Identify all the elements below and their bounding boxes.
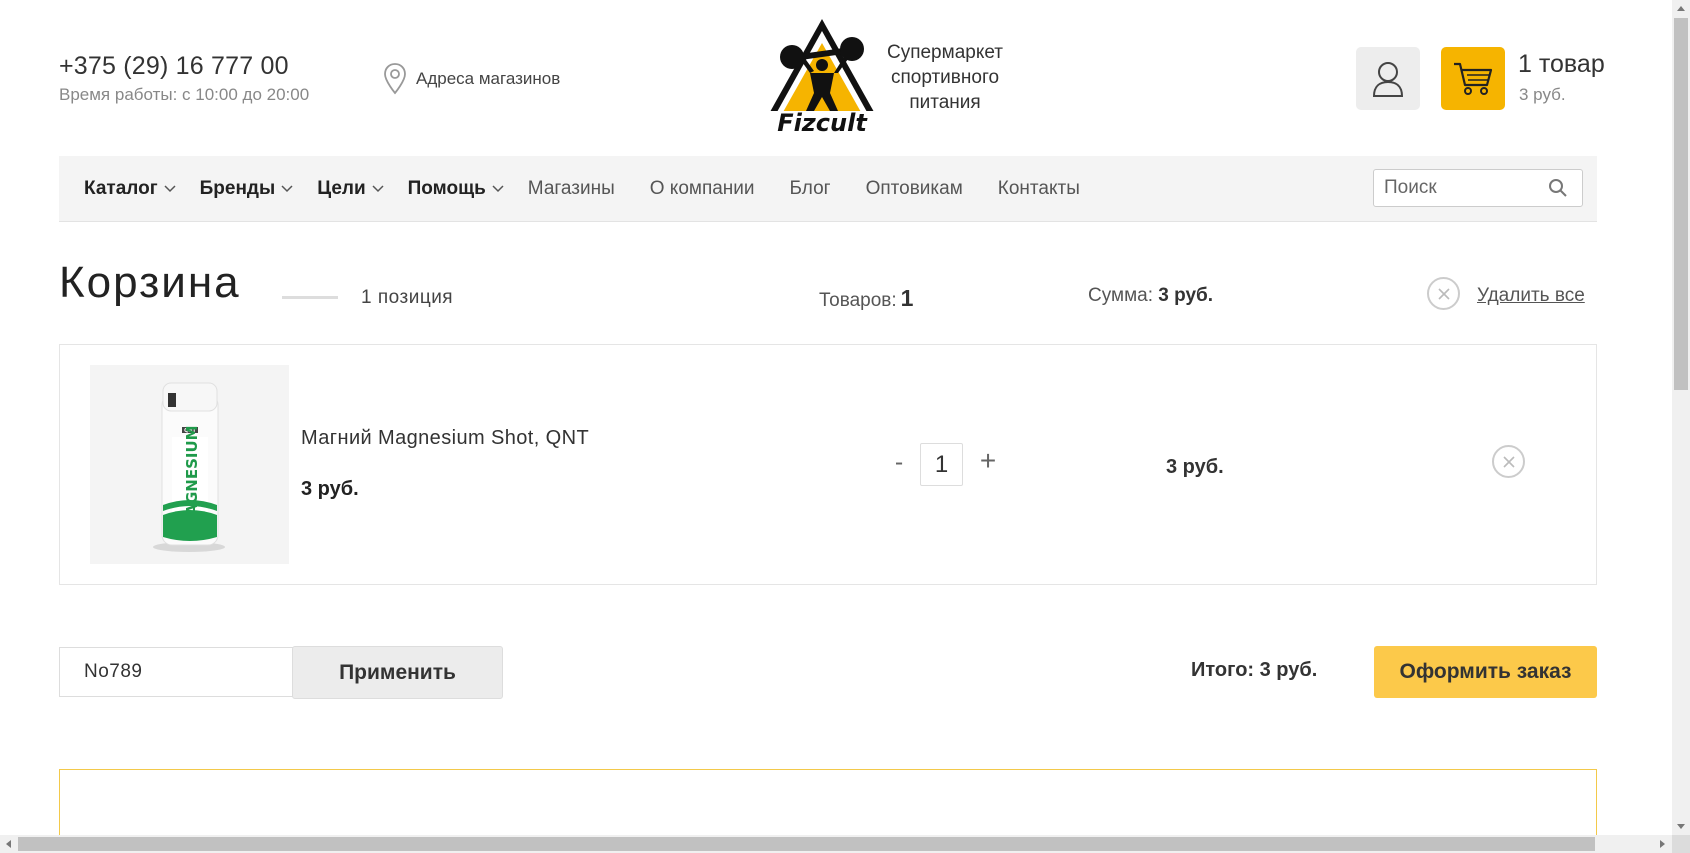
scroll-up-arrow-icon[interactable] xyxy=(1677,6,1685,11)
map-pin-icon xyxy=(384,63,406,95)
nav-item-wholesale[interactable]: Оптовикам xyxy=(866,178,963,200)
tagline-line-2: спортивного xyxy=(890,67,1000,88)
product-name[interactable]: Магний Magnesium Shot, QNT xyxy=(301,427,589,450)
promo-code-input[interactable] xyxy=(59,647,293,697)
delete-all-button[interactable] xyxy=(1427,277,1460,310)
sum-value: 3 руб. xyxy=(1158,285,1214,306)
quantity-decrease-button[interactable]: - xyxy=(889,448,909,477)
store-addresses-link[interactable]: Адреса магазинов xyxy=(382,62,560,96)
nav-item-label: Бренды xyxy=(199,177,276,199)
cart-header-sum: 3 руб. xyxy=(1519,85,1566,104)
chevron-down-icon xyxy=(372,184,384,192)
nav-item-brands[interactable]: Бренды xyxy=(200,178,294,200)
sum-label: Сумма: xyxy=(1088,285,1153,306)
info-panel xyxy=(59,769,1597,835)
tagline-line-1: Супермаркет xyxy=(886,42,1003,63)
nav-item-label: Цели xyxy=(317,177,366,199)
chevron-down-icon xyxy=(281,184,293,192)
horizontal-scroll-thumb[interactable] xyxy=(18,837,1595,851)
quantity-input[interactable] xyxy=(920,443,963,486)
goods-label: Товаров: xyxy=(819,290,897,311)
shopping-cart-icon xyxy=(1454,62,1493,95)
close-icon xyxy=(1437,287,1450,300)
product-price: 3 руб. xyxy=(301,478,359,500)
store-tagline: Супермаркет спортивного питания xyxy=(870,40,1020,115)
logo-text: Fizcult xyxy=(777,109,868,137)
nav-item-help[interactable]: Помощь xyxy=(408,178,504,200)
main-navigation: Каталог Бренды Цели Помощь Магазины О ко… xyxy=(59,156,1597,222)
page-title: Корзина xyxy=(59,258,241,307)
vertical-scroll-thumb[interactable] xyxy=(1674,18,1688,390)
chevron-down-icon xyxy=(164,184,176,192)
product-image[interactable]: QNT MAGNESIUM xyxy=(90,365,289,564)
sum-summary: Сумма: 3 руб. xyxy=(1088,285,1213,307)
apply-promo-button[interactable]: Применить xyxy=(292,646,503,699)
cart-button[interactable] xyxy=(1441,47,1505,110)
header: +375 (29) 16 777 00 Время работы: с 10:0… xyxy=(0,0,1672,155)
nav-item-label: Помощь xyxy=(407,177,486,199)
goods-count: 1 xyxy=(900,285,914,311)
account-button[interactable] xyxy=(1356,47,1420,110)
scroll-down-arrow-icon[interactable] xyxy=(1677,824,1685,829)
nav-item-stores[interactable]: Магазины xyxy=(528,178,615,200)
chevron-down-icon xyxy=(492,184,504,192)
vertical-scrollbar[interactable] xyxy=(1672,0,1690,835)
phone-link[interactable]: +375 (29) 16 777 00 xyxy=(59,52,289,81)
store-addresses-label: Адреса магазинов xyxy=(416,69,561,88)
nav-item-blog[interactable]: Блог xyxy=(790,178,831,200)
checkout-button[interactable]: Оформить заказ xyxy=(1374,646,1597,698)
item-total: 3 руб. xyxy=(1166,456,1224,478)
remove-item-button[interactable] xyxy=(1492,445,1525,478)
cart-item-row: QNT MAGNESIUM Магний Magnesium Shot, QNT… xyxy=(59,344,1597,585)
scroll-right-arrow-icon[interactable] xyxy=(1660,840,1665,848)
user-icon xyxy=(1372,61,1404,97)
cart-item-count[interactable]: 1 товар xyxy=(1518,50,1605,79)
delete-all-link[interactable]: Удалить все xyxy=(1477,285,1585,307)
scroll-left-arrow-icon[interactable] xyxy=(6,840,11,848)
nav-item-catalog[interactable]: Каталог xyxy=(84,178,176,200)
search-icon[interactable] xyxy=(1548,178,1568,198)
search-box xyxy=(1373,169,1583,207)
quantity-increase-button[interactable]: + xyxy=(976,445,1000,477)
nav-item-label: Каталог xyxy=(84,177,158,199)
nav-item-about[interactable]: О компании xyxy=(650,178,755,200)
grand-total: Итого: 3 руб. xyxy=(1191,659,1318,681)
title-divider xyxy=(282,296,338,299)
nav-item-goals[interactable]: Цели xyxy=(317,177,384,200)
search-input[interactable] xyxy=(1374,177,1544,199)
working-hours: Время работы: с 10:00 до 20:00 xyxy=(59,85,310,104)
nav-item-contacts[interactable]: Контакты xyxy=(998,178,1080,200)
close-icon xyxy=(1502,455,1515,468)
horizontal-scrollbar[interactable] xyxy=(0,835,1672,853)
page: +375 (29) 16 777 00 Время работы: с 10:0… xyxy=(0,0,1672,835)
positions-count: 1 позиция xyxy=(361,287,454,308)
goods-summary: Товаров: 1 xyxy=(819,285,913,312)
scrollbar-corner xyxy=(1672,835,1690,853)
tagline-line-3: питания xyxy=(909,92,981,113)
